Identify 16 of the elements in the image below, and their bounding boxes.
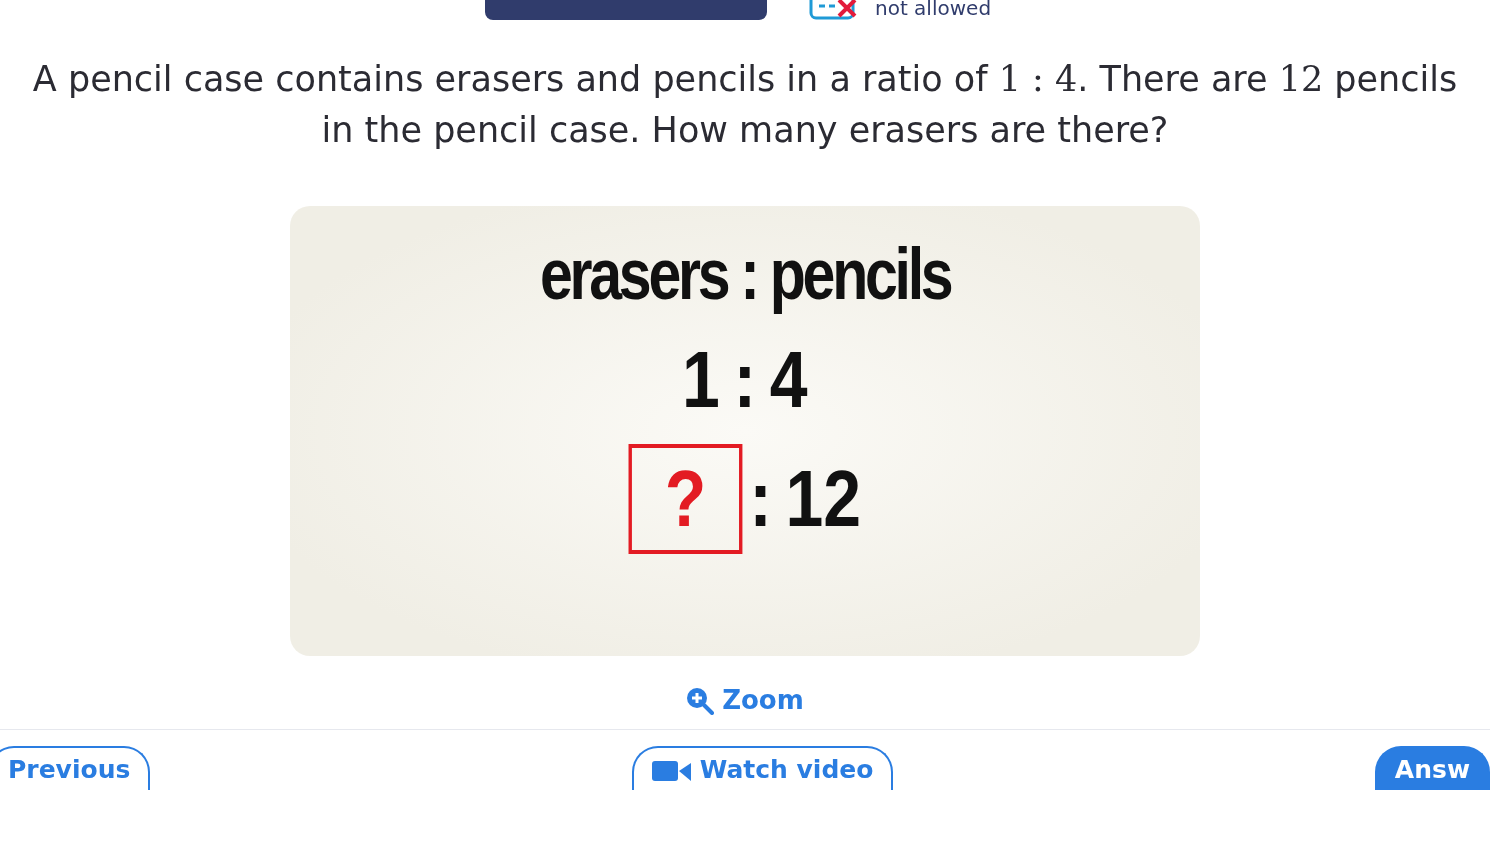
ratio-separator: : — [733, 334, 757, 426]
watch-video-button[interactable]: Watch video — [631, 746, 894, 790]
previous-button[interactable]: Previous — [0, 746, 151, 790]
zoom-in-icon — [686, 686, 715, 715]
ratio-value: 1 — [682, 334, 721, 426]
unknown-box: ? — [628, 444, 743, 554]
question-text: A pencil case contains erasers and pencils in a ratio of 1 : 4. There are 12 pencils in the pencil case. How many erasers are there? — [31, 58, 1459, 152]
answer-button[interactable]: Answ — [1374, 746, 1490, 790]
ratio-value: 4 — [769, 334, 808, 426]
video-camera-icon — [651, 759, 692, 781]
diagram-heading: erasers : pencils — [539, 233, 951, 316]
ratio-value: 12 — [785, 453, 862, 545]
calculator-note: not allowed — [875, 0, 992, 19]
calculator-crossed-icon — [809, 0, 859, 20]
zoom-button[interactable]: Zoom — [680, 680, 810, 721]
ratio-separator: : — [749, 453, 773, 545]
